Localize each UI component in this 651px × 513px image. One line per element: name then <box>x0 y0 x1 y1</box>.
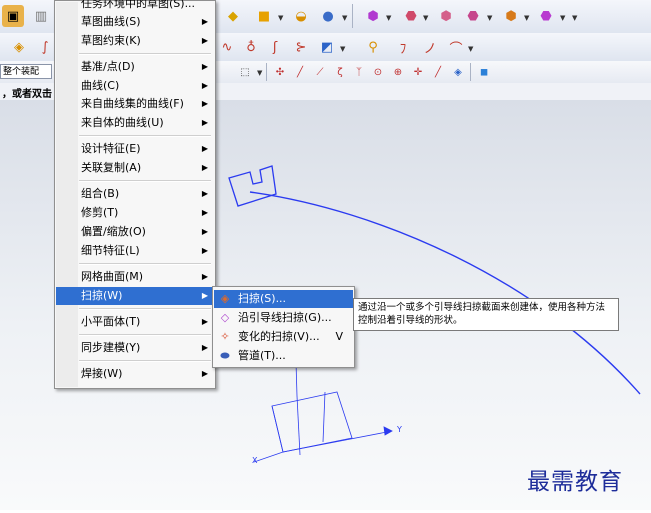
offset-curve-icon[interactable]: ♁ <box>240 36 262 58</box>
chevron-right-icon: ▶ <box>201 62 208 71</box>
submenu-item-variational-sweep[interactable]: ✧ 变化的扫掠(V)... V <box>214 328 353 346</box>
point-snap-icon[interactable]: ✣ <box>272 64 288 80</box>
menu-item-detail-feature[interactable]: 细节特征(L) ▶ <box>56 242 214 260</box>
point-on-curve-icon[interactable]: ╱ <box>430 64 446 80</box>
chevron-right-icon: ▶ <box>201 272 208 281</box>
assembly-icon-2[interactable]: ⬣ <box>400 5 422 27</box>
assembly-icon-3[interactable]: ⬢ <box>435 5 457 27</box>
assembly-icon-6[interactable]: ⬣ <box>535 5 557 27</box>
section-profile <box>228 165 277 207</box>
menu-item-datum-point[interactable]: 基准/点(D) ▶ <box>56 58 214 76</box>
edit-curve-icon[interactable]: ◩ <box>316 36 338 58</box>
cube-icon[interactable]: ■ <box>253 5 275 27</box>
end-point-icon[interactable]: ⟋ <box>312 64 328 80</box>
datum-csys <box>253 361 393 463</box>
chevron-right-icon: ▶ <box>201 343 208 352</box>
menu-item-derived-curve[interactable]: 来自曲线集的曲线(F) ▶ <box>56 95 214 113</box>
chevron-right-icon: ▶ <box>201 81 208 90</box>
y-axis-label: Y <box>397 425 402 434</box>
x-axis-label: X <box>252 456 258 465</box>
menu-item-sketch-constraint[interactable]: 草图约束(K) ▶ <box>56 32 214 50</box>
cube-snap-icon[interactable]: ◈ <box>450 64 466 80</box>
chevron-right-icon: ▶ <box>201 317 208 326</box>
sketch-icon[interactable]: ◈ <box>8 36 30 58</box>
curve-icon[interactable]: ∫ <box>34 36 56 58</box>
sweep-tooltip: 通过沿一个或多个引导线扫掠截面来创建体，使用各种方法控制沿着引导线的形状。 <box>353 298 619 331</box>
chevron-right-icon: ▶ <box>201 17 208 26</box>
extend-curve-icon[interactable]: ⊱ <box>290 36 312 58</box>
menu-item-sketch-curve[interactable]: 草图曲线(S) ▶ <box>56 13 214 31</box>
variational-sweep-icon: ✧ <box>220 330 230 343</box>
bowl-surface-icon[interactable]: ◒ <box>290 5 312 27</box>
assembly-icon-4[interactable]: ⬣ <box>462 5 484 27</box>
chevron-right-icon: ▶ <box>201 99 208 108</box>
chevron-right-icon: ▶ <box>201 369 208 378</box>
selection-filter-select[interactable]: 整个装配 <box>0 64 52 79</box>
line-snap-icon[interactable]: ╱ <box>292 64 308 80</box>
submenu-item-sweep-along-guide[interactable]: ◇ 沿引导线扫掠(G)... <box>214 309 353 327</box>
chevron-right-icon: ▶ <box>201 208 208 217</box>
cue-line-text: ，或者双击 <box>2 89 52 100</box>
menu-item-weld[interactable]: 焊接(W) ▶ <box>56 365 214 383</box>
menu-item-curve-from-body[interactable]: 来自体的曲线(U) ▶ <box>56 114 214 132</box>
sphere-icon[interactable]: ● <box>317 5 339 27</box>
insert-menu: 任务环境中的草图(S)... 草图曲线(S) ▶ 草图约束(K) ▶ 基准/点(D)… <box>54 0 216 389</box>
cylinder-icon[interactable]: ▥ <box>30 5 52 27</box>
menu-item-trim[interactable]: 修剪(T) ▶ <box>56 204 214 222</box>
menu-item-curve[interactable]: 曲线(C) ▶ <box>56 77 214 95</box>
fillet-curve-icon[interactable]: ⌒ <box>445 36 467 58</box>
menu-item-task-sketch[interactable]: 任务环境中的草图(S)... <box>56 0 214 13</box>
menu-item-facet-body[interactable]: 小平面体(T) ▶ <box>56 313 214 331</box>
circle-icon[interactable]: ⊙ <box>370 64 386 80</box>
shaded-view-icon[interactable]: ◆ <box>222 5 244 27</box>
sweep-tool-icon[interactable]: ⚲ <box>362 36 384 58</box>
menu-item-synchronous-modeling[interactable]: 同步建模(Y) ▶ <box>56 339 214 357</box>
cube-snap-icon[interactable]: ◼ <box>476 64 492 80</box>
select-box-icon[interactable]: ⬚ <box>237 64 253 80</box>
menu-item-mesh-surface[interactable]: 网格曲面(M) ▶ <box>56 268 214 286</box>
chevron-right-icon: ▶ <box>201 36 208 45</box>
chevron-right-icon: ▶ <box>201 189 208 198</box>
chevron-right-icon: ▶ <box>201 291 208 300</box>
arc-icon[interactable]: ノ <box>419 36 441 58</box>
submenu-item-tube[interactable]: ⬬ 管道(T)... <box>214 347 353 365</box>
chevron-right-icon: ▶ <box>201 227 208 236</box>
assembly-icon-5[interactable]: ⬢ <box>500 5 522 27</box>
submenu-item-sweep[interactable]: ◈ 扫掠(S)... <box>214 290 353 308</box>
menu-item-sweep[interactable]: 扫掠(W) ▶ <box>56 287 214 305</box>
midpoint-icon[interactable]: ᛉ <box>351 64 367 80</box>
sweep-icon: ◈ <box>220 292 230 305</box>
trim-curve-icon[interactable]: ʃ <box>264 36 286 58</box>
bridge-icon[interactable]: ﾌ <box>392 36 414 58</box>
chevron-right-icon: ▶ <box>201 118 208 127</box>
assembly-icon-1[interactable]: ⬢ <box>362 5 384 27</box>
chevron-right-icon: ▶ <box>201 144 208 153</box>
menu-item-combine[interactable]: 组合(B) ▶ <box>56 185 214 203</box>
menu-item-associative-copy[interactable]: 关联复制(A) ▶ <box>56 159 214 177</box>
tangent-icon[interactable]: ✛ <box>410 64 426 80</box>
menu-item-offset-scale[interactable]: 偏置/缩放(O) ▶ <box>56 223 214 241</box>
chevron-right-icon: ▶ <box>201 163 208 172</box>
watermark-text: 最需教育 <box>527 469 623 495</box>
menu-item-design-feature[interactable]: 设计特征(E) ▶ <box>56 140 214 158</box>
sweep-submenu: ◈ 扫掠(S)... ◇ 沿引导线扫掠(G)... ✧ 变化的扫掠(V)... … <box>212 286 355 368</box>
arc-center-icon[interactable]: ζ <box>332 64 348 80</box>
sweep-along-guide-icon: ◇ <box>220 311 230 324</box>
solid-block-icon[interactable]: ▣ <box>2 5 24 27</box>
intersection-icon[interactable]: ⊕ <box>390 64 406 80</box>
tube-icon: ⬬ <box>220 349 230 362</box>
spline-icon[interactable]: ∿ <box>216 36 238 58</box>
chevron-right-icon: ▶ <box>201 246 208 255</box>
